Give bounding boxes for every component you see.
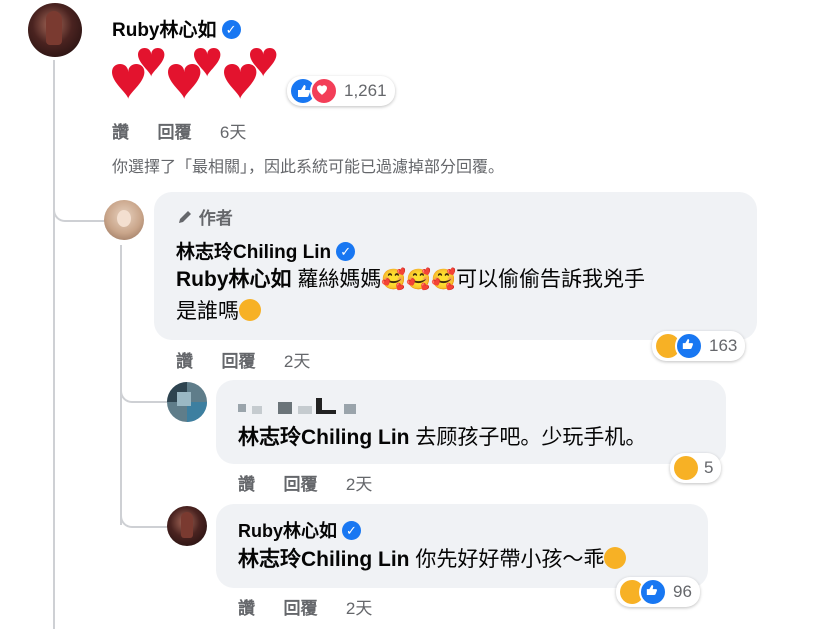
thread-line-root [53,60,55,629]
timestamp[interactable]: 2天 [346,599,372,618]
reply-button[interactable]: 回覆 [157,123,191,142]
haha-icon [239,299,261,321]
love-icon [310,77,338,105]
timestamp[interactable]: 2天 [284,352,310,371]
mention-link[interactable]: Ruby林心如 [176,268,292,291]
reply-text-3: 林志玲Chiling Lin 你先好好帶小孩～乖 [238,544,627,576]
reaction-summary-reply2[interactable]: 5 [670,453,722,483]
reply-button[interactable]: 回覆 [283,599,317,618]
avatar-ruby[interactable] [28,3,82,57]
haha-icon [674,456,698,480]
reply-author-3[interactable]: Ruby林心如 ✓ [238,517,361,543]
reaction-count: 163 [709,336,738,355]
reply-button[interactable]: 回覆 [221,352,255,371]
reply1-actions: 讚 回覆 2天 [176,347,310,372]
blush-emoji-icon: 🥰🥰🥰 [381,269,457,291]
hearts-sticker [110,46,280,102]
verified-badge-icon: ✓ [342,521,361,540]
reply2-actions: 讚 回覆 2天 [238,470,372,495]
thread-branch-3 [120,495,168,528]
reaction-summary-reply1[interactable]: 163 [652,331,746,361]
avatar-face [117,210,131,227]
pixelated-author-name[interactable] [238,398,366,416]
mention-link[interactable]: 林志玲Chiling Lin [238,426,409,449]
haha-icon [604,547,627,569]
avatar-pixelated[interactable] [167,382,207,422]
like-button[interactable]: 讚 [112,123,129,142]
like-button[interactable]: 讚 [176,352,193,371]
timestamp[interactable]: 2天 [346,475,372,494]
like-icon [675,332,703,360]
reply3-actions: 讚 回覆 2天 [238,594,372,619]
reaction-count: 96 [673,582,692,601]
mention-link[interactable]: 林志玲Chiling Lin [238,548,409,571]
verified-badge-icon: ✓ [336,242,356,261]
root-actions: 讚 回覆 6天 [112,118,246,143]
author-badge: 作者 [176,204,233,231]
pen-icon [176,208,194,231]
avatar-figure [46,11,62,45]
like-icon [639,578,667,606]
avatar-chiling[interactable] [104,200,144,240]
timestamp[interactable]: 6天 [220,123,246,142]
thread-branch-2 [120,370,168,403]
filter-notice: 你選擇了「最相關」，因此系統可能已過濾掉部分回覆。 [112,159,505,176]
reaction-summary-root[interactable]: 1,261 [287,76,395,106]
reaction-count: 5 [704,458,714,477]
like-button[interactable]: 讚 [238,475,255,494]
thread-branch-1 [53,190,105,222]
verified-badge-icon: ✓ [221,20,241,39]
avatar-ruby-small[interactable] [167,506,207,546]
reply-text-2: 林志玲Chiling Lin 去顾孩子吧。少玩手机。 [238,426,647,449]
reply-text-1: Ruby林心如 蘿絲媽媽🥰🥰🥰可以偷偷告訴我兇手 是誰嗎 [176,268,646,323]
heart-icon [112,48,277,100]
reply-button[interactable]: 回覆 [283,475,317,494]
like-button[interactable]: 讚 [238,599,255,618]
reply-author-1[interactable]: 林志玲Chiling Lin ✓ [176,237,356,264]
reaction-count: 1,261 [344,81,387,100]
reaction-summary-reply3[interactable]: 96 [616,577,700,607]
comment-author[interactable]: Ruby林心如 ✓ [112,15,241,42]
